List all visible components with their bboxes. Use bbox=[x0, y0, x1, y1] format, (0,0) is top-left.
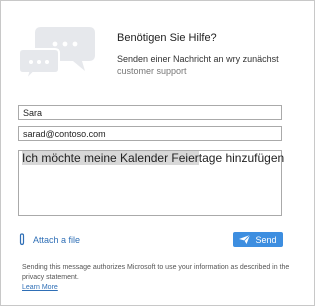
send-label: Send bbox=[255, 234, 277, 245]
attach-file-label: Attach a file bbox=[33, 234, 81, 245]
help-subtitle: Senden einer Nachricht an wry zunächst bbox=[117, 54, 279, 64]
email-input[interactable] bbox=[18, 126, 282, 141]
help-panel: Benötigen Sie Hilfe? Senden einer Nachri… bbox=[0, 0, 315, 306]
message-textarea[interactable]: Ich möchte meine Kalender Feiertage hinz… bbox=[18, 150, 284, 216]
send-button[interactable]: Send bbox=[233, 232, 283, 247]
help-subtitle-secondary: customer support bbox=[117, 66, 187, 76]
message-text: Ich möchte meine Kalender Feiertage hinz… bbox=[22, 151, 284, 166]
paper-plane-icon bbox=[239, 235, 251, 244]
privacy-disclaimer: Sending this message authorizes Microsof… bbox=[22, 264, 290, 281]
attach-file-link[interactable]: Attach a file bbox=[18, 233, 80, 246]
message-selection: Ich möchte meine Kalender Feier bbox=[22, 151, 199, 165]
name-input[interactable] bbox=[18, 105, 282, 120]
chat-bubbles-icon bbox=[19, 27, 95, 81]
learn-more-link[interactable]: Learn More bbox=[22, 284, 58, 291]
help-title: Benötigen Sie Hilfe? bbox=[117, 32, 217, 44]
message-text-rest: tage hinzufügen bbox=[198, 151, 285, 165]
paperclip-icon bbox=[19, 233, 25, 246]
